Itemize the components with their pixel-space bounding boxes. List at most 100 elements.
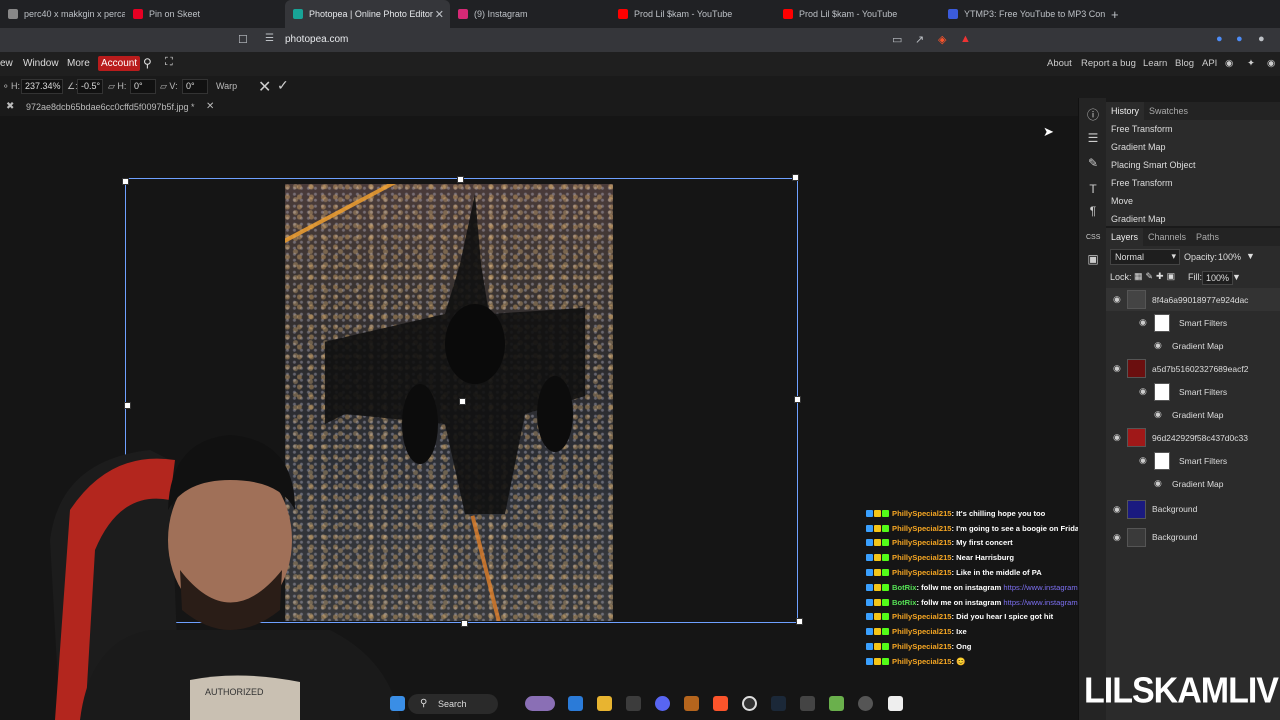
app-icon-5[interactable] — [888, 696, 903, 711]
history-item[interactable]: Free Transform — [1106, 174, 1280, 192]
confirm-transform-icon[interactable]: ✓ — [277, 77, 289, 94]
extension-icon[interactable]: ● — [1216, 33, 1223, 45]
transform-center-point[interactable] — [459, 398, 466, 405]
steam-icon[interactable] — [771, 696, 786, 711]
menu-api[interactable]: API — [1202, 58, 1217, 69]
reddit-icon[interactable]: ◉ — [1225, 58, 1233, 69]
paragraph-icon[interactable]: ¶ — [1086, 204, 1100, 218]
layer-row[interactable]: ◉ Background — [1106, 523, 1280, 551]
browser-tab[interactable]: Photopea | Online Photo Editor ✕ — [285, 0, 450, 28]
css-icon[interactable]: CSS — [1086, 231, 1100, 245]
browser-tab[interactable]: (9) Instagram — [450, 0, 610, 28]
menu-report-bug[interactable]: Report a bug — [1081, 58, 1136, 69]
search-icon[interactable]: ⚲ — [143, 56, 152, 70]
browser-tab[interactable]: Prod Lil $kam - YouTube — [610, 0, 775, 28]
layer-row[interactable]: ◉ Gradient Map — [1106, 334, 1280, 357]
discord-icon[interactable] — [655, 696, 670, 711]
link-icon[interactable]: ⚬ — [2, 81, 10, 92]
character-icon[interactable]: T — [1086, 182, 1100, 196]
history-item[interactable]: Gradient Map — [1106, 210, 1280, 228]
fill-value[interactable]: 100% — [1202, 271, 1234, 285]
app-icon[interactable] — [684, 696, 699, 711]
start-icon[interactable] — [390, 696, 405, 711]
menu-view[interactable]: ew — [0, 58, 13, 69]
visibility-eye-icon[interactable]: ◉ — [1113, 294, 1121, 305]
transform-handle-bottom[interactable] — [461, 620, 468, 627]
transform-handle-right[interactable] — [794, 396, 801, 403]
layer-row[interactable]: ◉ Gradient Map — [1106, 403, 1280, 426]
layer-row[interactable]: ◉ 8f4a6a99018977e924dac — [1106, 288, 1280, 311]
image-icon[interactable]: ▣ — [1086, 252, 1100, 266]
layer-row[interactable]: ◉ a5d7b51602327689eacf2 — [1106, 357, 1280, 380]
browser-tab[interactable]: Prod Lil $kam - YouTube — [775, 0, 940, 28]
widget-icon[interactable] — [525, 696, 555, 711]
height-percent-input[interactable]: 237.34% — [21, 79, 63, 94]
collapse-icon[interactable]: ✖ — [6, 101, 14, 112]
tab-paths[interactable]: Paths — [1191, 228, 1224, 246]
layer-row[interactable]: ◉ Smart Filters — [1106, 449, 1280, 472]
visibility-eye-icon[interactable]: ◉ — [1113, 532, 1121, 543]
close-document-icon[interactable]: ✕ — [206, 101, 214, 112]
extension-icon-2[interactable]: ● — [1236, 33, 1243, 45]
obs-icon[interactable] — [742, 696, 757, 711]
history-item[interactable]: Free Transform — [1106, 120, 1280, 138]
facebook-icon[interactable]: ◉ — [1267, 58, 1275, 69]
fullscreen-icon[interactable]: ⛶ — [165, 56, 173, 69]
cancel-transform-icon[interactable]: ✕ — [258, 77, 271, 97]
transform-handle-top-right[interactable] — [792, 174, 799, 181]
angle-input[interactable]: -0.5° — [77, 79, 103, 94]
close-tab-icon[interactable]: ✕ — [435, 8, 444, 21]
opacity-value[interactable]: 100% — [1218, 252, 1241, 262]
site-settings-icon[interactable]: ☰ — [265, 33, 274, 44]
menu-more[interactable]: More — [67, 58, 90, 69]
brave-icon[interactable] — [713, 696, 728, 711]
app-icon-4[interactable] — [858, 696, 873, 711]
layer-row[interactable]: ◉ Smart Filters — [1106, 311, 1280, 334]
menu-learn[interactable]: Learn — [1143, 58, 1167, 69]
layer-row[interactable]: ◉ Background — [1106, 495, 1280, 523]
menu-blog[interactable]: Blog — [1175, 58, 1194, 69]
browser-tab[interactable]: perc40 x makkgin x percatric — [0, 0, 125, 28]
visibility-eye-icon[interactable]: ◉ — [1154, 340, 1162, 351]
twitter-icon[interactable]: ✦ — [1247, 58, 1255, 69]
visibility-eye-icon[interactable]: ◉ — [1139, 386, 1147, 397]
taskbar-search[interactable]: ⚲ Search — [408, 694, 498, 714]
tab-channels[interactable]: Channels — [1143, 228, 1191, 246]
lock-icons[interactable]: ▦✎✚▣ — [1134, 271, 1178, 282]
v-skew-input[interactable]: 0° — [182, 79, 208, 94]
history-item[interactable]: Placing Smart Object — [1106, 156, 1280, 174]
chevron-down-icon[interactable]: ▼ — [1232, 272, 1241, 282]
menu-about[interactable]: About — [1047, 58, 1072, 69]
transform-handle-top-left[interactable] — [122, 178, 129, 185]
layer-row[interactable]: ◉ Gradient Map — [1106, 472, 1280, 495]
tab-history[interactable]: History — [1106, 102, 1145, 120]
blend-mode-select[interactable]: Normal ▾ — [1110, 249, 1180, 265]
browser-tab[interactable]: YTMP3: Free YouTube to MP3 Conve — [940, 0, 1105, 28]
layer-row[interactable]: ◉ 96d242929f58c437d0c33 — [1106, 426, 1280, 449]
store-icon[interactable] — [626, 696, 641, 711]
adjust-icon[interactable]: ☰ — [1086, 131, 1100, 145]
brush-icon[interactable]: ✎ — [1086, 156, 1100, 170]
document-tab-title[interactable]: 972ae8dcb65bdae6cc0cffd5f0097b5f.jpg * — [26, 102, 194, 112]
h-skew-input[interactable]: 0° — [130, 79, 156, 94]
menu-window[interactable]: Window — [23, 58, 59, 69]
visibility-eye-icon[interactable]: ◉ — [1154, 478, 1162, 489]
layer-row[interactable]: ◉ Smart Filters — [1106, 380, 1280, 403]
new-tab-button[interactable]: + — [1111, 7, 1119, 22]
visibility-eye-icon[interactable]: ◉ — [1113, 504, 1121, 515]
url-text[interactable]: photopea.com — [285, 34, 348, 45]
history-item[interactable]: Gradient Map — [1106, 138, 1280, 156]
copilot-icon[interactable] — [568, 696, 583, 711]
account-button[interactable]: Account — [98, 56, 141, 71]
visibility-eye-icon[interactable]: ◉ — [1113, 363, 1121, 374]
history-item[interactable]: Move — [1106, 192, 1280, 210]
app-icon-2[interactable] — [800, 696, 815, 711]
brave-shield-icon[interactable]: ◈ — [938, 33, 946, 46]
visibility-eye-icon[interactable]: ◉ — [1113, 432, 1121, 443]
brave-rewards-icon[interactable]: ▲ — [960, 33, 971, 45]
browser-tab[interactable]: Pin on Skeet — [125, 0, 285, 28]
app-icon-3[interactable] — [829, 696, 844, 711]
file-explorer-icon[interactable] — [597, 696, 612, 711]
warp-button[interactable]: Warp — [216, 81, 237, 91]
visibility-eye-icon[interactable]: ◉ — [1154, 409, 1162, 420]
